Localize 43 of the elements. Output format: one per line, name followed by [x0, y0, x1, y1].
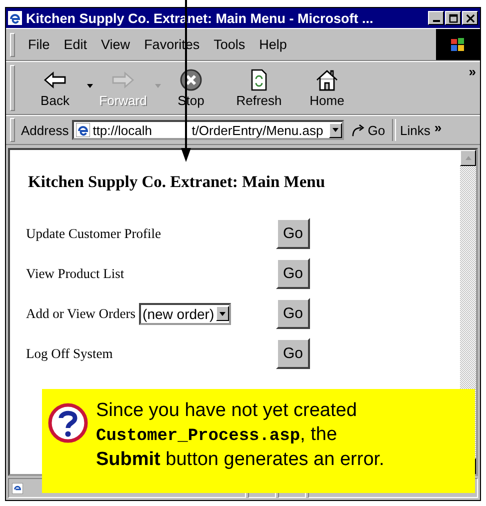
close-button[interactable]: [462, 11, 478, 25]
callout-text: Since you have not yet created Customer_Process.asp, the Submit button generates an error.: [96, 399, 386, 472]
menu-item[interactable]: File: [21, 37, 57, 52]
close-icon: [466, 14, 474, 22]
menu-item[interactable]: Tools: [206, 37, 252, 52]
menu-item[interactable]: View: [94, 37, 138, 52]
dropdown-arrow-icon[interactable]: [87, 84, 93, 88]
maximize-icon: [448, 14, 458, 22]
go-button[interactable]: Go: [276, 258, 310, 289]
go-button[interactable]: Go: [348, 122, 388, 138]
maximize-button[interactable]: [445, 11, 461, 25]
page-status-icon: [12, 482, 23, 494]
dropdown-arrow-icon: [219, 312, 226, 316]
go-button[interactable]: Go: [276, 338, 310, 369]
window-title: Kitchen Supply Co. Extranet: Main Menu - Microsoft ...: [26, 10, 374, 26]
address-label: Address: [21, 122, 69, 138]
stop-icon: [179, 68, 203, 92]
toolbar-button[interactable]: Home: [293, 68, 361, 108]
go-button[interactable]: Go: [276, 218, 310, 249]
menu-option-label: View Product List: [26, 266, 124, 282]
scroll-up-arrow-icon: [464, 156, 472, 160]
dropdown-button[interactable]: [216, 306, 230, 321]
question-icon: [48, 403, 88, 443]
minimize-icon: [432, 20, 440, 22]
menu-item[interactable]: Help: [252, 37, 294, 52]
page-heading: Kitchen Supply Co. Extranet: Main Menu: [28, 172, 326, 192]
address-field[interactable]: ttp://localh t/OrderEntry/Menu.asp: [72, 120, 344, 140]
page-icon: [76, 123, 90, 137]
go-button[interactable]: Go: [276, 298, 310, 329]
toolbar-button[interactable]: Back: [21, 68, 89, 108]
home-icon: [315, 68, 339, 92]
browser-logo-icon: [8, 11, 22, 25]
links-label[interactable]: Links: [400, 122, 430, 138]
minimize-button[interactable]: [428, 11, 444, 25]
menu-option-label: Add or View Orders: [26, 306, 136, 322]
more-chevron[interactable]: »: [464, 62, 480, 81]
toolbar-button[interactable]: Refresh: [225, 68, 293, 108]
menu-option-label: Update Customer Profile: [26, 226, 161, 242]
menu-item[interactable]: Edit: [56, 37, 94, 52]
go-arrow-icon: [350, 124, 366, 136]
more-chevron[interactable]: »: [432, 120, 444, 140]
menu-option-label: Log Off System: [26, 346, 113, 362]
order-select[interactable]: (new order): [138, 302, 232, 324]
